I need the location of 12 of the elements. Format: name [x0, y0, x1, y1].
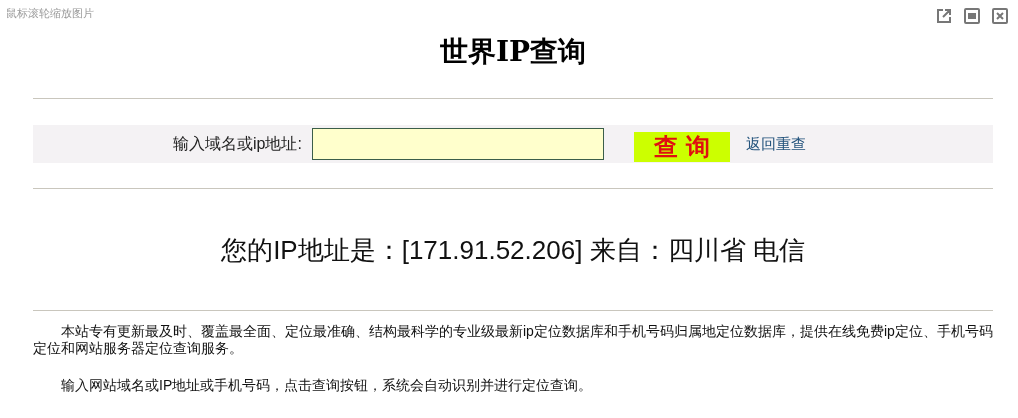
info-paragraph: 本站专有更新最及时、覆盖最全面、定位最准确、结构最科学的专业级最新ip定位数据库和手机号码归属地定位数据库，提供在线免费ip定位、手机号码定位和网站服务器定位查询服务。: [33, 323, 993, 357]
viewer-hint: 鼠标滚轮缩放图片: [6, 6, 94, 22]
domain-input-field[interactable]: [311, 128, 604, 160]
close-icon[interactable]: [992, 8, 1008, 24]
query-button[interactable]: 查 询: [633, 132, 730, 162]
external-link-icon[interactable]: [936, 8, 952, 24]
info-paragraph: 输入网站域名或IP地址或手机号码，点击查询按钮，系统会自动识别并进行定位查询。: [60, 377, 594, 394]
page-title: 世界IP查询: [438, 34, 588, 70]
maximize-icon[interactable]: [964, 8, 980, 24]
search-label: 输入域名或ip地址:: [173, 134, 302, 154]
retry-link[interactable]: 返回重查: [745, 132, 806, 156]
ip-result-text: 您的IP地址是：[171.91.52.206] 来自：四川省 电信: [221, 233, 805, 267]
